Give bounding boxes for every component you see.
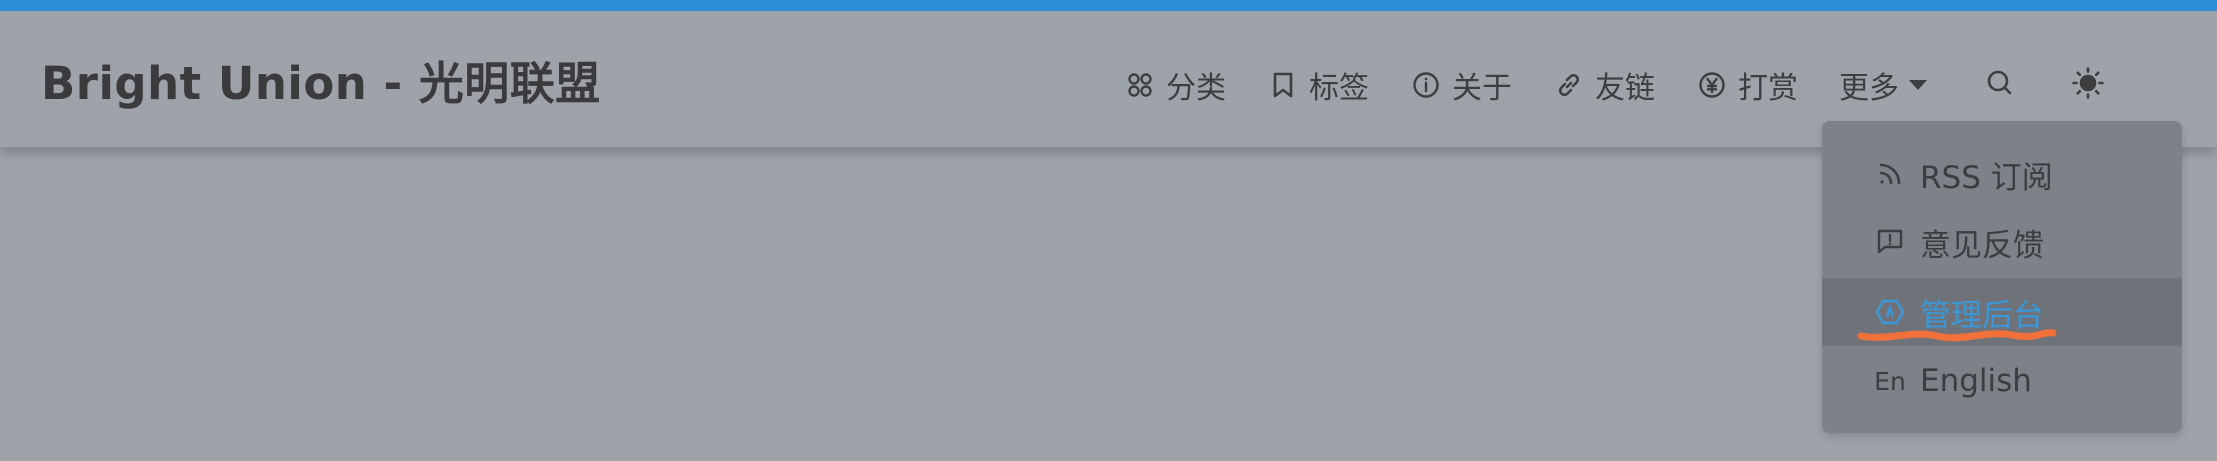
site-title[interactable]: Bright Union - 光明联盟	[41, 47, 601, 112]
nav-label: 关于	[1452, 71, 1512, 106]
dropdown-item-rss[interactable]: RSS 订阅	[1822, 140, 2182, 208]
more-dropdown-menu: RSS 订阅 意见反馈 管理后台 En English	[1822, 121, 2182, 433]
nav-item-donate[interactable]: 打赏	[1698, 55, 1798, 115]
nav-item-categories[interactable]: 分类	[1126, 55, 1226, 115]
chevron-down-icon	[1909, 80, 1927, 90]
top-accent-bar	[0, 0, 2217, 11]
rss-icon	[1874, 158, 1906, 190]
nav-item-links[interactable]: 友链	[1555, 55, 1655, 115]
nav-label: 更多	[1839, 71, 1899, 106]
search-button[interactable]	[1970, 55, 2030, 115]
sun-icon	[2071, 66, 2105, 104]
theme-toggle-button[interactable]	[2058, 55, 2118, 115]
nav-item-more[interactable]: 更多	[1839, 55, 1927, 115]
yen-coin-icon	[1698, 71, 1726, 99]
nav-item-about[interactable]: 关于	[1412, 55, 1512, 115]
bookmark-icon	[1269, 71, 1297, 99]
language-icon: En	[1874, 366, 1906, 396]
dropdown-item-label: English	[1920, 363, 2032, 399]
nav-label: 打赏	[1738, 71, 1798, 106]
info-icon	[1412, 71, 1440, 99]
categories-icon	[1126, 71, 1154, 99]
nav-label: 标签	[1309, 71, 1369, 106]
nav-label: 分类	[1166, 71, 1226, 106]
search-icon	[1985, 68, 2015, 102]
dropdown-item-label: RSS 订阅	[1920, 159, 2053, 196]
dropdown-item-label: 意见反馈	[1920, 227, 2044, 264]
dropdown-item-english[interactable]: En English	[1822, 347, 2182, 415]
feedback-icon	[1874, 226, 1906, 258]
nav-label: 友链	[1595, 71, 1655, 106]
link-icon	[1555, 71, 1583, 99]
annotation-underline	[1857, 329, 2057, 342]
dropdown-item-feedback[interactable]: 意见反馈	[1822, 208, 2182, 276]
nav-item-tags[interactable]: 标签	[1269, 55, 1369, 115]
